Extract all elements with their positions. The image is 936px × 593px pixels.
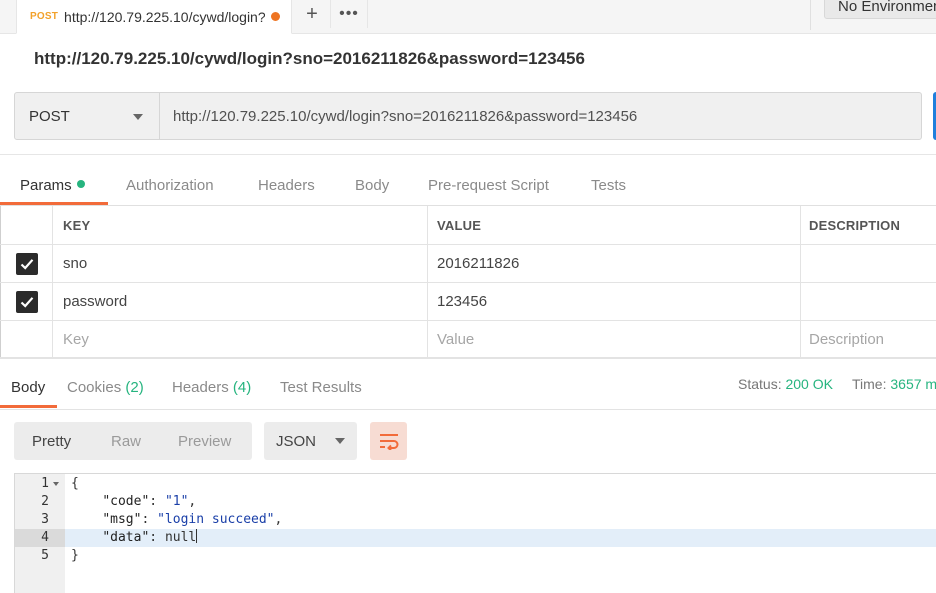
- active-tab-underline: [0, 405, 57, 408]
- more-tabs-ellipsis-icon[interactable]: •••: [331, 0, 368, 28]
- new-tab-plus-icon[interactable]: +: [294, 0, 331, 28]
- method-select-label: POST: [29, 107, 70, 125]
- description-placeholder-input[interactable]: Description: [800, 321, 936, 357]
- method-select[interactable]: POST: [14, 92, 160, 140]
- line-number: 2: [41, 494, 49, 509]
- params-header-row: KEY VALUE DESCRIPTION: [0, 206, 936, 245]
- tab-cookies[interactable]: Cookies (2): [67, 379, 144, 396]
- view-mode-group: Pretty Raw Preview: [14, 422, 252, 460]
- tab-body[interactable]: Body: [355, 177, 389, 194]
- status-value: 200 OK: [785, 376, 833, 392]
- status-label: Status:: [738, 376, 782, 392]
- code-line: 2 "code": "1",: [15, 493, 936, 511]
- json-value: "login succeed": [157, 512, 275, 527]
- header-value: VALUE: [427, 206, 800, 244]
- row-checkbox[interactable]: [15, 290, 38, 313]
- checkmark-icon: [20, 296, 33, 308]
- table-row: sno 2016211826: [0, 245, 936, 283]
- json-punct: ,: [188, 494, 197, 509]
- new-param-row: Key Value Description: [0, 321, 936, 358]
- json-punct: ,: [274, 512, 283, 527]
- code-text: }: [71, 548, 79, 563]
- param-description[interactable]: [800, 283, 936, 320]
- code-line: 5 }: [15, 547, 936, 565]
- row-checkbox-cell: [0, 321, 52, 357]
- time-value: 3657 ms: [890, 376, 936, 392]
- tab-method-label: POST: [30, 11, 59, 22]
- param-key[interactable]: password: [52, 283, 427, 320]
- row-checkbox-cell: [0, 245, 52, 282]
- code-text: "data": null: [102, 529, 198, 545]
- time-label: Time:: [852, 376, 887, 392]
- table-row: password 123456: [0, 283, 936, 321]
- code-text: "code": "1",: [102, 494, 197, 509]
- fold-caret-icon[interactable]: [53, 482, 59, 486]
- line-number: 4: [15, 529, 65, 547]
- json-value: null: [164, 530, 197, 545]
- param-description[interactable]: [800, 245, 936, 282]
- language-select-label: JSON: [276, 432, 317, 450]
- headers-count: (4): [232, 379, 252, 396]
- key-placeholder-input[interactable]: Key: [52, 321, 427, 357]
- tab-response-headers-label: Headers: [172, 379, 229, 396]
- tab-headers[interactable]: Headers: [258, 177, 315, 194]
- param-key[interactable]: sno: [52, 245, 427, 282]
- unsaved-dot-icon: [271, 12, 281, 21]
- wrap-lines-button[interactable]: [370, 422, 407, 460]
- status-readout: Status: 200 OK: [738, 376, 833, 392]
- environment-select[interactable]: No Environment: [824, 0, 936, 19]
- params-active-dot-icon: [76, 180, 85, 188]
- code-line: 3 "msg": "login succeed",: [15, 511, 936, 529]
- active-tab-underline: [0, 202, 108, 205]
- text-cursor: [196, 529, 198, 543]
- header-key: KEY: [52, 206, 427, 244]
- json-key: "data": [102, 530, 150, 545]
- tab-response-body[interactable]: Body: [11, 379, 45, 396]
- line-number: 5: [41, 548, 49, 563]
- row-checkbox-cell: [0, 283, 52, 320]
- tab-response-headers[interactable]: Headers (4): [172, 379, 251, 396]
- tab-url-label: http://120.79.225.10/cywd/login?sno=2016…: [64, 8, 266, 25]
- request-title: http://120.79.225.10/cywd/login?sno=2016…: [34, 49, 585, 68]
- raw-button[interactable]: Raw: [111, 422, 141, 460]
- code-line-active: 4 "data": null: [15, 529, 936, 547]
- tab-params[interactable]: Params: [20, 177, 85, 194]
- code-text: "msg": "login succeed",: [102, 512, 283, 527]
- header-checkbox-cell: [0, 206, 52, 244]
- tab-params-label: Params: [20, 177, 72, 194]
- response-tabs: Body Cookies (2) Headers (4) Test Result…: [0, 358, 936, 410]
- line-number: 3: [41, 512, 49, 527]
- chevron-down-icon: [133, 114, 143, 120]
- tab-tests[interactable]: Tests: [591, 177, 626, 194]
- tab-authorization[interactable]: Authorization: [126, 177, 214, 194]
- tab-pre-request-script[interactable]: Pre-request Script: [428, 177, 549, 194]
- request-tab[interactable]: POST http://120.79.225.10/cywd/login?sno…: [16, 0, 292, 34]
- cookies-count: (2): [125, 379, 144, 396]
- request-tabs: Params Authorization Headers Body Pre-re…: [0, 154, 936, 206]
- json-value: "1": [164, 494, 189, 509]
- divider: [810, 0, 811, 30]
- chevron-down-icon: [335, 438, 345, 444]
- checkmark-icon: [20, 258, 33, 270]
- row-checkbox[interactable]: [15, 252, 38, 275]
- param-value[interactable]: 123456: [427, 283, 800, 320]
- url-input[interactable]: [159, 92, 922, 140]
- json-key: "msg": [102, 512, 142, 527]
- time-readout: Time: 3657 ms: [852, 376, 936, 392]
- code-text: {: [71, 476, 79, 491]
- tab-test-results[interactable]: Test Results: [280, 379, 362, 396]
- param-value[interactable]: 2016211826: [427, 245, 800, 282]
- tab-strip: POST http://120.79.225.10/cywd/login?sno…: [0, 0, 936, 34]
- tab-cookies-label: Cookies: [67, 379, 122, 396]
- language-select[interactable]: JSON: [264, 422, 357, 460]
- value-placeholder-input[interactable]: Value: [427, 321, 800, 357]
- preview-button[interactable]: Preview: [178, 422, 231, 460]
- header-description: DESCRIPTION: [800, 206, 936, 244]
- json-key: "code": [102, 494, 150, 509]
- wrap-lines-icon: [379, 434, 398, 450]
- pretty-button[interactable]: Pretty: [32, 422, 71, 460]
- code-line: 1 {: [15, 475, 936, 493]
- response-body-viewer[interactable]: 1 { 2 "code": "1", 3 "msg": "login succe…: [14, 473, 936, 593]
